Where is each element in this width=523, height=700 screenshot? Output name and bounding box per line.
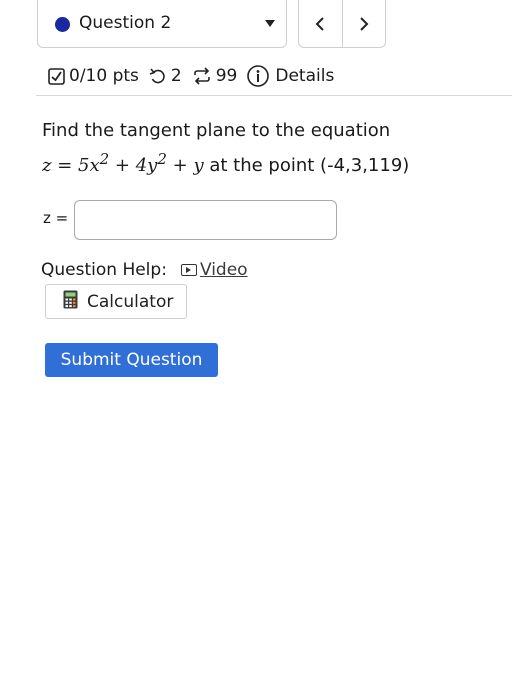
video-link[interactable]: Video [180,260,248,280]
points-indicator: 0/10 pts [48,66,139,86]
info-icon [247,65,270,87]
details-link[interactable]: Details [247,65,334,87]
chevron-left-icon [315,16,324,31]
question-info-bar: 0/10 pts 2 99 Details [48,62,344,90]
undo-icon [149,67,167,85]
question-nav [298,0,386,48]
retries-indicator: 2 [149,66,182,86]
question-selector[interactable]: Question 2 [37,0,287,48]
divider [36,95,512,96]
calculator-label: Calculator [87,291,174,312]
question-label: Question 2 [79,13,172,33]
question-help: Question Help: Video [41,260,248,280]
submit-question-button[interactable]: Submit Question [45,343,218,377]
previous-question-button[interactable] [299,0,342,47]
video-label: Video [199,260,248,280]
calculator-button[interactable]: Calculator [45,284,187,319]
checkbox-icon [48,67,65,85]
details-label: Details [275,66,335,86]
point-text: at the point (-4,3,119) [209,155,410,176]
chevron-right-icon [360,16,369,31]
calculator-icon [63,290,78,314]
status-dot [55,17,70,32]
attempts-indicator: 99 [192,66,238,86]
retries-text: 2 [170,66,182,86]
answer-label: z = [43,209,69,227]
problem-equation: z = 5x2 + 4y2 + y at the point (-4,3,119… [42,150,410,176]
problem-prompt: Find the tangent plane to the equation [42,120,391,141]
next-question-button[interactable] [341,0,386,47]
attempts-text: 99 [215,66,238,86]
question-help-label: Question Help: [41,260,167,280]
problem-statement: Find the tangent plane to the equation z… [42,117,409,180]
points-text: 0/10 pts [69,66,139,86]
caret-down-icon [265,20,275,27]
answer-input[interactable] [74,200,337,240]
video-icon [180,264,197,276]
repeat-icon [192,67,212,85]
